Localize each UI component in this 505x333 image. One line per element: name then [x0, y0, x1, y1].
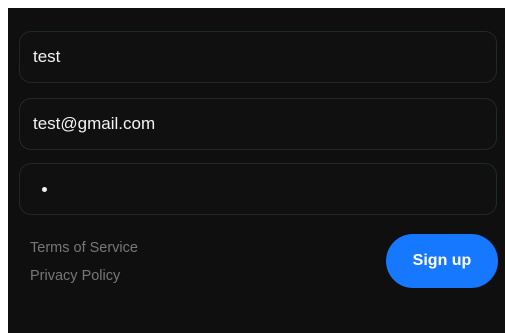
privacy-policy-link[interactable]: Privacy Policy [30, 268, 120, 284]
password-field[interactable] [19, 163, 497, 215]
signup-panel: test test@gmail.com Terms of Service Pri… [8, 8, 505, 333]
sign-up-button[interactable]: Sign up [386, 234, 498, 288]
name-value: test [33, 47, 61, 66]
terms-of-service-link[interactable]: Terms of Service [30, 240, 138, 256]
email-value: test@gmail.com [33, 114, 156, 133]
name-field[interactable]: test [19, 31, 497, 83]
email-field[interactable]: test@gmail.com [19, 98, 497, 150]
password-mask-dot [42, 186, 47, 192]
